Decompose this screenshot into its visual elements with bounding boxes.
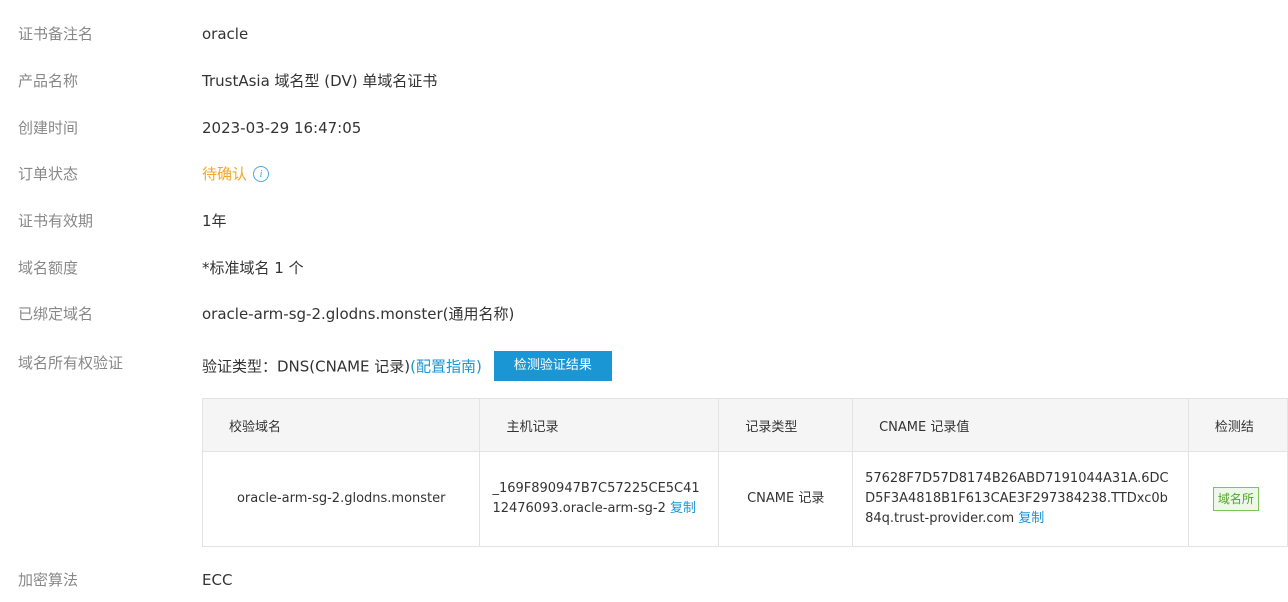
info-icon[interactable]: i xyxy=(253,165,270,182)
validity-label: 证书有效期 xyxy=(18,212,94,230)
copy-cname-link[interactable]: 复制 xyxy=(1018,511,1044,526)
cell-record-type: CNAME 记录 xyxy=(718,451,854,547)
cert-note-label: 证书备注名 xyxy=(18,25,94,43)
copy-host-record-link[interactable]: 复制 xyxy=(670,501,696,516)
cell-host-record: _169F890947B7C57225CE5C4112476093.oracle… xyxy=(479,451,720,547)
bound-domain-value: oracle-arm-sg-2.glodns.monster(通用名称) xyxy=(202,305,515,323)
order-status-value: 待确认 xyxy=(202,165,248,183)
domain-quota-value: *标准域名 1 个 xyxy=(202,259,304,277)
cname-value: 57628F7D57D8174B26ABD7191044A31A.6DCD5F3… xyxy=(865,471,1169,526)
config-guide-link[interactable]: (配置指南) xyxy=(410,358,482,376)
header-record-type: 记录类型 xyxy=(718,398,854,452)
header-check-domain: 校验域名 xyxy=(201,398,481,452)
order-status-label: 订单状态 xyxy=(18,165,79,183)
table-header-row: 校验域名 主机记录 记录类型 CNAME 记录值 检测结 xyxy=(201,398,1288,452)
product-name-value: TrustAsia 域名型 (DV) 单域名证书 xyxy=(202,72,438,90)
verification-type: 验证类型：DNS(CNAME 记录) xyxy=(202,357,411,376)
encryption-value: ECC xyxy=(202,571,233,589)
ownership-label: 域名所有权验证 xyxy=(18,354,124,372)
ownership-value: 验证类型：DNS(CNAME 记录)(配置指南) 检测验证结果 xyxy=(202,351,612,382)
result-status-badge: 域名所 xyxy=(1212,487,1259,511)
bound-domain-label: 已绑定域名 xyxy=(18,305,94,323)
host-record-value: _169F890947B7C57225CE5C4112476093.oracle… xyxy=(492,481,700,516)
table-row: oracle-arm-sg-2.glodns.monster _169F8909… xyxy=(201,451,1288,547)
header-check-result: 检测结 xyxy=(1187,398,1288,452)
header-host-record: 主机记录 xyxy=(479,398,720,452)
validity-value: 1年 xyxy=(202,212,227,230)
cert-note-value: oracle xyxy=(202,25,249,43)
dns-verification-table: 校验域名 主机记录 记录类型 CNAME 记录值 检测结 oracle-arm-… xyxy=(201,398,1288,547)
header-cname-value: CNAME 记录值 xyxy=(852,398,1189,452)
cell-check-result: 域名所 xyxy=(1187,451,1288,547)
created-time-label: 创建时间 xyxy=(18,119,79,137)
cell-check-domain: oracle-arm-sg-2.glodns.monster xyxy=(201,451,481,547)
created-time-value: 2023-03-29 16:47:05 xyxy=(202,119,362,137)
product-name-label: 产品名称 xyxy=(18,72,79,90)
cell-cname-value: 57628F7D57D8174B26ABD7191044A31A.6DCD5F3… xyxy=(852,451,1189,547)
order-status-value-wrap: 待确认 i xyxy=(202,163,270,185)
domain-quota-label: 域名额度 xyxy=(18,259,79,277)
encryption-label: 加密算法 xyxy=(18,571,79,589)
check-verification-button[interactable]: 检测验证结果 xyxy=(493,351,612,381)
